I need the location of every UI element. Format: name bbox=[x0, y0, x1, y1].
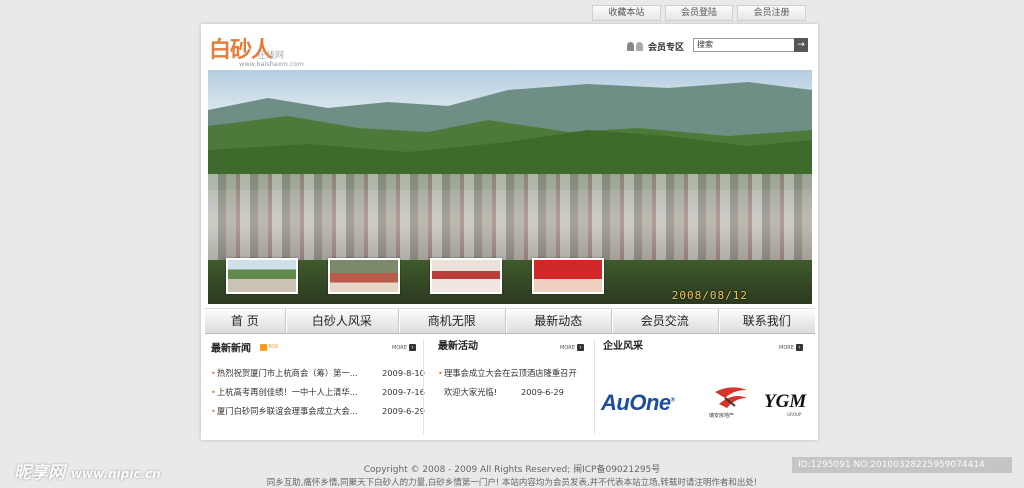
top-links: 收藏本站 会员登陆 会员注册 bbox=[592, 5, 807, 21]
news-item-date: 2009-6-29 bbox=[382, 406, 425, 416]
more-label: MORE bbox=[779, 344, 794, 351]
watermark-brand: 昵享网 www.nipic.cn bbox=[14, 458, 161, 483]
bullet-icon: • bbox=[211, 407, 216, 416]
member-area[interactable]: 会员专区 bbox=[627, 40, 684, 53]
company-more-link[interactable]: MORE › bbox=[779, 344, 803, 351]
bullet-icon: • bbox=[211, 388, 216, 397]
arrow-right-icon: › bbox=[576, 344, 584, 351]
shui-on-land-logo[interactable] bbox=[711, 384, 751, 414]
news-item-date: 2009-7-16 bbox=[382, 387, 425, 397]
banner-date-stamp: 2008/08/12 bbox=[671, 289, 748, 302]
auone-logo-text: AuOne bbox=[601, 390, 671, 415]
banner-thumbnail[interactable] bbox=[430, 258, 502, 294]
member-register-link[interactable]: 会员注册 bbox=[737, 5, 807, 21]
bookmark-link[interactable]: 收藏本站 bbox=[592, 5, 661, 21]
news-item-title[interactable]: 热烈祝贺厦门市上杭商会（筹）第一... bbox=[217, 368, 358, 378]
nav-item-home[interactable]: 首 页 bbox=[205, 309, 286, 333]
activity-section: 最新活动 MORE › • 理事会成立大会在云顶酒店隆重召开 欢迎大家光临! 2… bbox=[438, 340, 588, 434]
ygm-logo[interactable]: YGM bbox=[764, 391, 806, 413]
watermark-site: www.nipic.cn bbox=[70, 467, 161, 481]
rss-label: RSS bbox=[268, 344, 279, 350]
rss-link[interactable]: RSS bbox=[260, 340, 278, 354]
logo-url: www.baishaxm.com bbox=[239, 60, 304, 68]
banner-town bbox=[208, 174, 812, 264]
registered-mark: ® bbox=[670, 397, 675, 404]
search-button[interactable]: → bbox=[794, 38, 808, 52]
watermark-id: ID:1295091 NO:20100328225959074414 bbox=[792, 457, 1012, 473]
more-label: MORE bbox=[560, 344, 575, 351]
site-logo[interactable]: 白砂人 在线网 www.baishaxm.com bbox=[209, 30, 319, 70]
column-divider bbox=[594, 340, 595, 434]
list-item[interactable]: • 上杭高考再创佳绩！一中十人上清华... 2009-7-16 bbox=[211, 383, 425, 402]
company-logos: AuOne® 瑞安房地产 YGM GROUP bbox=[601, 384, 811, 424]
news-title: 最新新闻 RSS bbox=[211, 340, 419, 357]
arrow-right-icon: › bbox=[795, 344, 803, 351]
column-divider bbox=[423, 340, 424, 434]
news-list: • 热烈祝贺厦门市上杭商会（筹）第一... 2009-8-10 • 上杭高考再创… bbox=[211, 364, 425, 421]
list-item[interactable]: 欢迎大家光临! 2009-6-29 bbox=[444, 383, 577, 402]
nav-item-member-exchange[interactable]: 会员交流 bbox=[612, 309, 719, 333]
news-item-date: 2009-8-10 bbox=[382, 368, 425, 378]
bullet-icon: • bbox=[438, 369, 443, 378]
members-icon bbox=[627, 41, 645, 52]
nav-item-business[interactable]: 商机无限 bbox=[399, 309, 506, 333]
auone-logo[interactable]: AuOne® bbox=[601, 390, 675, 416]
main-container: 白砂人 在线网 www.baishaxm.com 会员专区 搜索 → 2008/… bbox=[201, 24, 818, 440]
news-title-text: 最新新闻 bbox=[211, 343, 251, 355]
arrow-right-icon: › bbox=[408, 344, 416, 351]
watermark-brand-text: 昵享网 bbox=[14, 463, 65, 483]
main-nav: 首 页 白砂人风采 商机无限 最新动态 会员交流 联系我们 bbox=[205, 308, 815, 334]
news-item-title[interactable]: 厦门白砂同乡联谊会理事会成立大会... bbox=[217, 406, 358, 416]
search-input[interactable]: 搜索 bbox=[693, 38, 796, 52]
nav-item-contact[interactable]: 联系我们 bbox=[719, 309, 816, 333]
activity-item-title[interactable]: 理事会成立大会在云顶酒店隆重召开 bbox=[444, 368, 577, 378]
list-item[interactable]: • 热烈祝贺厦门市上杭商会（筹）第一... 2009-8-10 bbox=[211, 364, 425, 383]
news-more-link[interactable]: MORE › bbox=[392, 344, 416, 351]
news-section: 最新新闻 RSS MORE › • 热烈祝贺厦门市上杭商会（筹）第一... 20… bbox=[211, 340, 425, 434]
more-label: MORE bbox=[392, 344, 407, 351]
nav-item-baisha-style[interactable]: 白砂人风采 bbox=[286, 309, 400, 333]
member-area-label: 会员专区 bbox=[648, 43, 685, 53]
activity-item-subtitle: 欢迎大家光临! bbox=[444, 387, 498, 397]
bullet-icon: • bbox=[211, 369, 216, 378]
banner-thumbnail[interactable] bbox=[532, 258, 604, 294]
banner-thumbnail[interactable] bbox=[328, 258, 400, 294]
news-item-title[interactable]: 上杭高考再创佳绩！一中十人上清华... bbox=[217, 387, 358, 397]
member-login-link[interactable]: 会员登陆 bbox=[664, 5, 734, 21]
banner-thumbnails bbox=[226, 258, 604, 294]
list-item[interactable]: • 理事会成立大会在云顶酒店隆重召开 bbox=[438, 364, 577, 383]
banner-thumbnail[interactable] bbox=[226, 258, 298, 294]
activity-item-date: 2009-6-29 bbox=[521, 387, 564, 397]
rss-icon bbox=[260, 343, 268, 351]
activity-more-link[interactable]: MORE › bbox=[560, 344, 584, 351]
nav-item-news[interactable]: 最新动态 bbox=[506, 309, 613, 333]
ygm-sub: GROUP bbox=[787, 412, 802, 417]
activity-list: • 理事会成立大会在云顶酒店隆重召开 欢迎大家光临! 2009-6-29 bbox=[438, 364, 577, 402]
hero-banner: 2008/08/12 bbox=[208, 70, 812, 304]
list-item[interactable]: • 厦门白砂同乡联谊会理事会成立大会... 2009-6-29 bbox=[211, 402, 425, 421]
shui-on-land-label: 瑞安房地产 bbox=[709, 413, 735, 419]
